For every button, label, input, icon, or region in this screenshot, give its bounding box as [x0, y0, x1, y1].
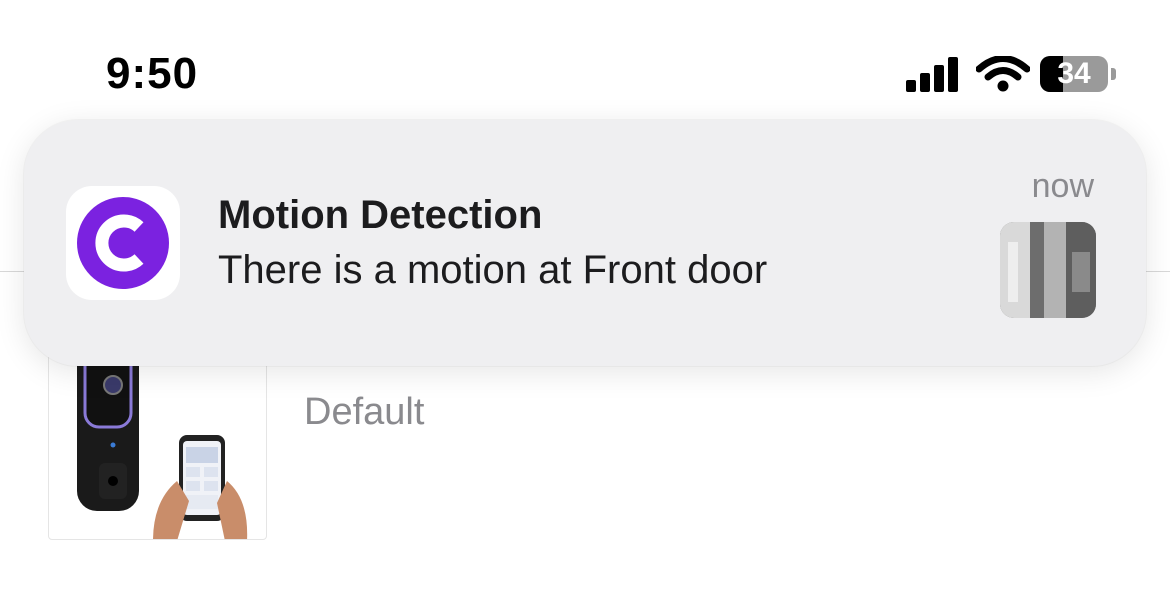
status-time: 9:50: [106, 49, 199, 98]
battery-cap: [1111, 68, 1116, 80]
notification-banner[interactable]: Motion Detection There is a motion at Fr…: [24, 120, 1146, 366]
app-c-logo-icon: [77, 197, 169, 289]
notification-attachment-thumbnail: [1000, 222, 1096, 318]
status-icons: 34: [906, 56, 1118, 92]
list-divider-left: [0, 271, 24, 272]
wifi-icon: [976, 56, 1030, 92]
battery-icon: 34: [1040, 56, 1108, 92]
notification-body: There is a motion at Front door: [218, 248, 768, 292]
app-icon: [66, 186, 180, 300]
cellular-signal-icon: [906, 56, 960, 92]
device-name: Default: [304, 391, 425, 433]
snapshot-image: [1000, 222, 1096, 318]
list-divider-right: [1146, 271, 1170, 272]
battery-percentage: 34: [1057, 57, 1091, 90]
lock-screen: 9:50 34 Default Motion Detection There i…: [0, 0, 1170, 591]
notification-title: Motion Detection: [218, 193, 543, 237]
notification-time: now: [1031, 167, 1094, 205]
